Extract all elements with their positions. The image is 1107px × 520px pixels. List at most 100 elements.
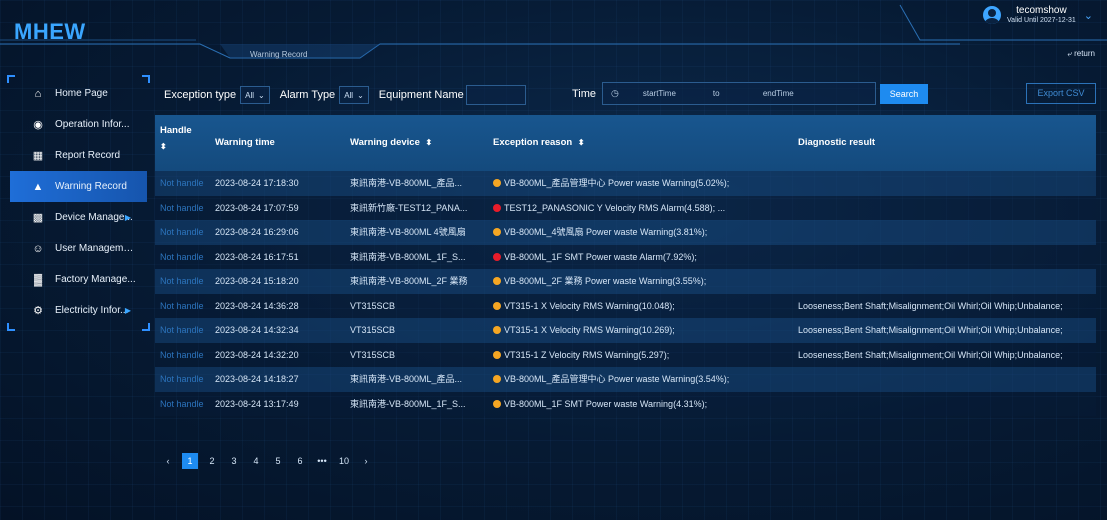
warning-time-cell: 2023-08-24 14:18:27 — [215, 374, 299, 384]
col-warning-time[interactable]: Warning time — [215, 137, 275, 148]
table-row[interactable]: Not handle 2023-08-24 17:18:30 東訊南港-VB-800… — [155, 171, 1096, 196]
status-cell: Not handle — [160, 178, 204, 188]
warning-device-cell: VT315SCB — [350, 325, 396, 335]
clock-icon: ◷ — [611, 88, 619, 98]
warning-time-cell: 2023-08-24 14:32:34 — [215, 325, 299, 335]
exception-reason-text: TEST12_PANASONIC Y Velocity RMS Alarm(4.… — [504, 202, 726, 213]
prev-page-icon[interactable]: ‹ — [160, 453, 176, 469]
diagnostic-result-cell: Looseness;Bent Shaft;Misalignment;Oil Wh… — [798, 300, 1063, 311]
end-time-input[interactable]: endTime — [763, 89, 794, 98]
table-row[interactable]: Not handle 2023-08-24 14:18:27 東訊南港-VB-800… — [155, 367, 1096, 392]
table-row[interactable]: Not handle 2023-08-24 16:17:51 東訊南港-VB-800… — [155, 244, 1096, 270]
sidebar-item-report-record[interactable]: ▦ Report Record — [10, 140, 147, 171]
table-body: Not handle 2023-08-24 17:18:30 東訊南港-VB-800… — [155, 171, 1096, 416]
return-button[interactable]: ⤶ return — [1067, 49, 1095, 59]
page-button[interactable]: 6 — [292, 453, 308, 469]
col-exception-reason-label: Exception reason — [493, 137, 573, 148]
warning-time-cell: 2023-08-24 13:17:49 — [215, 398, 299, 409]
home-icon: ⌂ — [34, 87, 42, 100]
exception-reason-cell: TEST12_PANASONIC Y Velocity RMS Alarm(4.… — [493, 196, 793, 221]
sidebar-item-label: Home Page — [55, 88, 108, 99]
exception-type-select[interactable]: All ⌄ — [240, 86, 270, 104]
alarm-type-value: All — [344, 90, 354, 100]
header-frame — [0, 4, 1107, 59]
exception-reason-text: VT315-1 X Velocity RMS Warning(10.269); — [504, 325, 675, 335]
chevron-down-icon: ⌄ — [1083, 9, 1093, 22]
warning-device-cell: 東訊南港-VB-800ML_產品... — [350, 374, 463, 384]
table-row[interactable]: Not handle 2023-08-24 16:29:06 東訊南港-VB-800… — [155, 220, 1096, 245]
table-row[interactable]: Not handle 2023-08-24 14:32:20 VT315SCB VT3… — [155, 342, 1096, 368]
export-csv-button[interactable]: Export CSV — [1026, 83, 1096, 104]
page-button[interactable]: 3 — [226, 453, 242, 469]
table-row[interactable]: Not handle 2023-08-24 17:07:59 東訊新竹廠-TEST1… — [155, 195, 1096, 221]
bell-icon: ▲ — [32, 180, 44, 193]
return-icon: ⤶ — [1067, 49, 1072, 58]
page-button[interactable]: 4 — [248, 453, 264, 469]
warning-dot-icon — [493, 375, 501, 383]
report-icon: ▦ — [32, 150, 44, 162]
status-cell: Not handle — [160, 202, 204, 213]
warning-device-cell: 東訊南港-VB-800ML_產品... — [350, 178, 463, 188]
col-warning-device[interactable]: Warning device ⬍ — [350, 137, 432, 148]
exception-reason-cell: VT315-1 X Velocity RMS Warning(10.048); — [493, 294, 793, 319]
warning-dot-icon — [493, 350, 501, 359]
warning-time-cell: 2023-08-24 16:29:06 — [215, 227, 299, 237]
col-exception-reason[interactable]: Exception reason ⬍ — [493, 137, 585, 148]
diagnostic-result-cell: Looseness;Bent Shaft;Misalignment;Oil Wh… — [798, 349, 1063, 360]
search-button[interactable]: Search — [880, 84, 928, 104]
page-button[interactable]: 2 — [204, 453, 220, 469]
start-time-input[interactable]: startTime — [643, 89, 713, 98]
warning-dot-icon — [493, 301, 501, 310]
alarm-type-select[interactable]: All ⌄ — [339, 86, 369, 104]
sidebar-item-label: Report Record — [55, 150, 121, 161]
alarm-dot-icon — [493, 203, 501, 212]
time-range-picker[interactable]: ◷ startTime to endTime — [602, 82, 876, 105]
exception-reason-cell: VB-800ML_產品管理中心 Power waste Warning(3.54… — [493, 367, 793, 392]
exception-reason-cell: VB-800ML_1F SMT Power waste Warning(4.31… — [493, 392, 793, 417]
exception-reason-cell: VB-800ML_1F SMT Power waste Alarm(7.92%)… — [493, 245, 793, 270]
sidebar-item-warning-record[interactable]: ▲ Warning Record — [10, 171, 147, 202]
table-row[interactable]: Not handle 2023-08-24 14:32:34 VT315SCB VT3… — [155, 318, 1096, 343]
warning-device-cell: 東訊南港-VB-800ML_1F_S... — [350, 251, 466, 262]
top-header: MHEW Warning Record tecomshow Valid Unti… — [0, 0, 1107, 62]
sort-icon: ⬍ — [577, 138, 585, 147]
page-ellipsis[interactable]: ••• — [314, 453, 330, 469]
page-button[interactable]: 10 — [336, 453, 352, 469]
warning-dot-icon — [493, 228, 501, 236]
equipment-name-input[interactable] — [465, 85, 526, 105]
status-cell: Not handle — [160, 398, 204, 409]
col-handle-label: Handle — [160, 125, 192, 136]
chevron-down-icon: ⌄ — [258, 90, 265, 100]
table-row[interactable]: Not handle 2023-08-24 14:36:28 VT315SCB VT3… — [155, 293, 1096, 319]
table-row[interactable]: Not handle 2023-08-24 13:17:49 東訊南港-VB-800… — [155, 391, 1096, 417]
sidebar-item-home-page[interactable]: ⌂ Home Page — [10, 78, 147, 109]
alarm-dot-icon — [493, 252, 501, 261]
diagnostic-result-cell: Looseness;Bent Shaft;Misalignment;Oil Wh… — [798, 325, 1063, 335]
app-logo: MHEW — [14, 19, 86, 44]
next-page-icon[interactable]: › — [358, 453, 374, 469]
page-button[interactable]: 5 — [270, 453, 286, 469]
status-cell: Not handle — [160, 276, 204, 286]
exception-reason-text: VB-800ML_1F SMT Power waste Alarm(7.92%)… — [504, 251, 697, 262]
sidebar-item-electricity-infor[interactable]: ⚙ Electricity Infor... ▶ — [10, 295, 147, 326]
filter-bar: Exception type All ⌄ Alarm Type All ⌄ Eq… — [164, 84, 526, 106]
exception-reason-text: VB-800ML_產品管理中心 Power waste Warning(3.54… — [504, 374, 730, 384]
table-header: Handle ⬍ Warning time Warning device ⬍ E… — [155, 115, 1096, 171]
warning-device-cell: 東訊南港-VB-800ML_1F_S... — [350, 398, 466, 409]
exception-reason-cell: VB-800ML_2F 業務 Power waste Warning(3.55%… — [493, 269, 793, 294]
page-button[interactable]: 1 — [182, 453, 198, 469]
user-menu[interactable]: tecomshow Valid Until 2027-12-31 ⌄ — [983, 5, 1093, 25]
sidebar-item-device-manage[interactable]: ▩ Device Manage... ▶ — [10, 202, 147, 233]
sidebar-item-user-management[interactable]: ☺ User Management — [10, 233, 147, 264]
exception-reason-text: VB-800ML_產品管理中心 Power waste Warning(5.02… — [504, 178, 730, 188]
table-row[interactable]: Not handle 2023-08-24 15:18:20 東訊南港-VB-800… — [155, 269, 1096, 294]
warning-time-cell: 2023-08-24 16:17:51 — [215, 251, 299, 262]
status-cell: Not handle — [160, 300, 204, 311]
col-handle[interactable]: Handle ⬍ — [160, 125, 192, 151]
return-label: return — [1074, 49, 1095, 58]
breadcrumb-tab: Warning Record — [250, 50, 308, 59]
sidebar-item-operation-infor[interactable]: ◉ Operation Infor... — [10, 109, 147, 140]
sidebar-item-factory-manage[interactable]: ▓ Factory Manage... — [10, 264, 147, 295]
exception-reason-cell: VT315-1 Z Velocity RMS Warning(5.297); — [493, 343, 793, 368]
warning-device-cell: 東訊南港-VB-800ML_2F 業務 — [350, 276, 468, 286]
